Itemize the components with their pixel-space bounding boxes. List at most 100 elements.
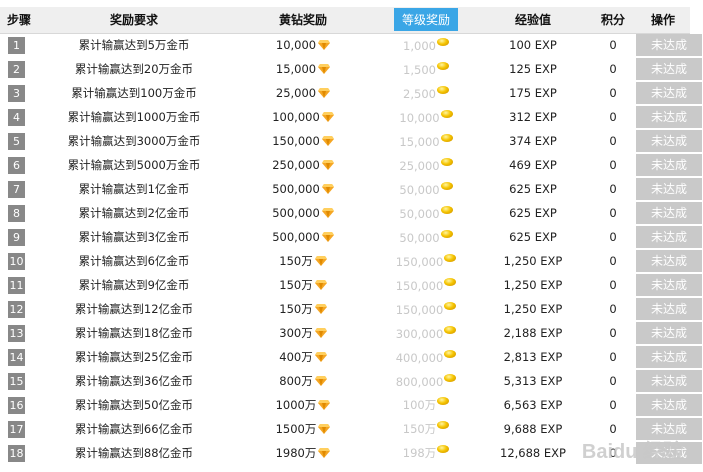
diamond-reward-cell: 250,000 [230,153,376,177]
gold-coin-icon [440,133,453,142]
points-cell: 0 [590,225,636,249]
gold-coin-icon [436,85,449,94]
diamond-reward-cell: 500,000 [230,201,376,225]
table-row: 5 累计输赢达到3000万金币 150,000 15,000 374 EXP 0 未达成 [0,129,702,153]
col-points: 积分 [590,7,636,34]
diamond-amount: 150万 [279,254,313,268]
exp-cell: 100 EXP [476,33,590,57]
level-reward-cell: 50,000 [376,177,476,201]
points-cell: 0 [590,81,636,105]
table-row: 8 累计输赢达到2亿金币 500,000 50,000 625 EXP 0 未达成 [0,201,702,225]
points-cell: 0 [590,393,636,417]
level-reward-cell: 150万 [376,417,476,441]
operation-cell: 未达成 [636,177,702,201]
diamond-reward-cell: 100,000 [230,105,376,129]
step-badge: 8 [8,204,25,222]
requirement-cell: 累计输赢达到9亿金币 [38,273,230,297]
points-cell: 0 [590,297,636,321]
not-achieved-button[interactable]: 未达成 [636,322,702,344]
step-cell: 3 [0,81,38,105]
exp-cell: 2,188 EXP [476,321,590,345]
gold-coin-icon [444,277,457,286]
exp-cell: 374 EXP [476,129,590,153]
level-reward-cell: 198万 [376,441,476,465]
operation-cell: 未达成 [636,321,702,345]
exp-cell: 2,813 EXP [476,345,590,369]
gold-coin-icon [440,205,453,214]
not-achieved-button[interactable]: 未达成 [636,394,702,416]
diamond-reward-cell: 1980万 [230,441,376,465]
not-achieved-button[interactable]: 未达成 [636,202,702,224]
not-achieved-button[interactable]: 未达成 [636,226,702,248]
col-level-reward[interactable]: 等级奖励 [376,7,476,34]
table-row: 6 累计输赢达到5000万金币 250,000 25,000 469 EXP 0 未达成 [0,153,702,177]
diamond-reward-cell: 15,000 [230,57,376,81]
operation-cell: 未达成 [636,57,702,81]
gold-coin-icon [437,397,450,405]
table-row: 10 累计输赢达到6亿金币 150万 150,000 1,250 EXP 0 未达成 [0,249,702,273]
table-row: 16 累计输赢达到50亿金币 1000万 100万 6,563 EXP 0 未达成 [0,393,702,417]
table-row: 7 累计输赢达到1亿金币 500,000 50,000 625 EXP 0 未达成 [0,177,702,201]
step-cell: 12 [0,297,38,321]
table-row: 13 累计输赢达到18亿金币 300万 300,000 2,188 EXP 0 未达成 [0,321,702,345]
step-badge: 13 [8,324,25,342]
points-cell: 0 [590,273,636,297]
not-achieved-button[interactable]: 未达成 [636,250,702,272]
diamond-icon [318,400,331,410]
col-step: 步骤 [0,7,38,34]
gold-coin-icon [436,37,449,46]
operation-cell: 未达成 [636,345,702,369]
not-achieved-button[interactable]: 未达成 [636,34,702,57]
diamond-amount: 500,000 [272,230,320,244]
level-amount: 1,000 [403,38,436,53]
exp-cell: 175 EXP [476,81,590,105]
not-achieved-button[interactable]: 未达成 [636,346,702,368]
not-achieved-button[interactable]: 未达成 [636,370,702,392]
step-cell: 1 [0,33,38,57]
not-achieved-button[interactable]: 未达成 [636,154,702,176]
diamond-icon [318,448,331,458]
level-reward-tab[interactable]: 等级奖励 [393,8,458,32]
step-badge: 18 [8,444,25,462]
col-operation: 操作 [636,7,690,34]
diamond-reward-cell: 10,000 [230,33,376,57]
not-achieved-button[interactable]: 未达成 [636,274,702,296]
level-reward-cell: 100万 [376,393,476,417]
gold-coin-icon [444,253,457,262]
not-achieved-button[interactable]: 未达成 [636,106,702,128]
not-achieved-button[interactable]: 未达成 [636,130,702,152]
diamond-amount: 15,000 [275,62,317,76]
diamond-amount: 10,000 [275,38,317,53]
not-achieved-button[interactable]: 未达成 [636,58,702,80]
table-row: 11 累计输赢达到9亿金币 150万 150,000 1,250 EXP 0 未达成 [0,273,702,297]
level-amount: 50,000 [399,182,440,197]
not-achieved-button[interactable]: 未达成 [636,82,702,104]
step-cell: 10 [0,249,38,273]
diamond-amount: 1980万 [275,446,317,460]
level-reward-cell: 1,500 [376,57,476,81]
diamond-icon [318,88,331,98]
diamond-icon [321,208,334,218]
exp-cell: 625 EXP [476,225,590,249]
requirement-cell: 累计输赢达到2亿金币 [38,201,230,225]
step-cell: 13 [0,321,38,345]
diamond-icon [314,328,327,338]
requirement-cell: 累计输赢达到1亿金币 [38,177,230,201]
gold-coin-icon [444,349,457,358]
gold-coin-icon [437,445,450,453]
diamond-icon [321,232,334,242]
step-badge: 11 [8,276,25,294]
exp-cell: 1,250 EXP [476,297,590,321]
level-amount: 2,500 [403,86,436,101]
diamond-reward-cell: 1500万 [230,417,376,441]
not-achieved-button[interactable]: 未达成 [636,178,702,200]
diamond-icon [321,112,334,122]
points-cell: 0 [590,249,636,273]
level-amount: 198万 [402,446,437,460]
level-amount: 1,500 [403,62,436,77]
reward-table-container: 步骤 奖励要求 黄钻奖励 等级奖励 经验值 积分 操作 1 累计输赢达到5万金币 1… [0,7,702,465]
not-achieved-button[interactable]: 未达成 [636,298,702,320]
gold-coin-icon [444,325,457,334]
step-badge: 2 [8,60,25,78]
exp-cell: 12,688 EXP [476,441,590,465]
